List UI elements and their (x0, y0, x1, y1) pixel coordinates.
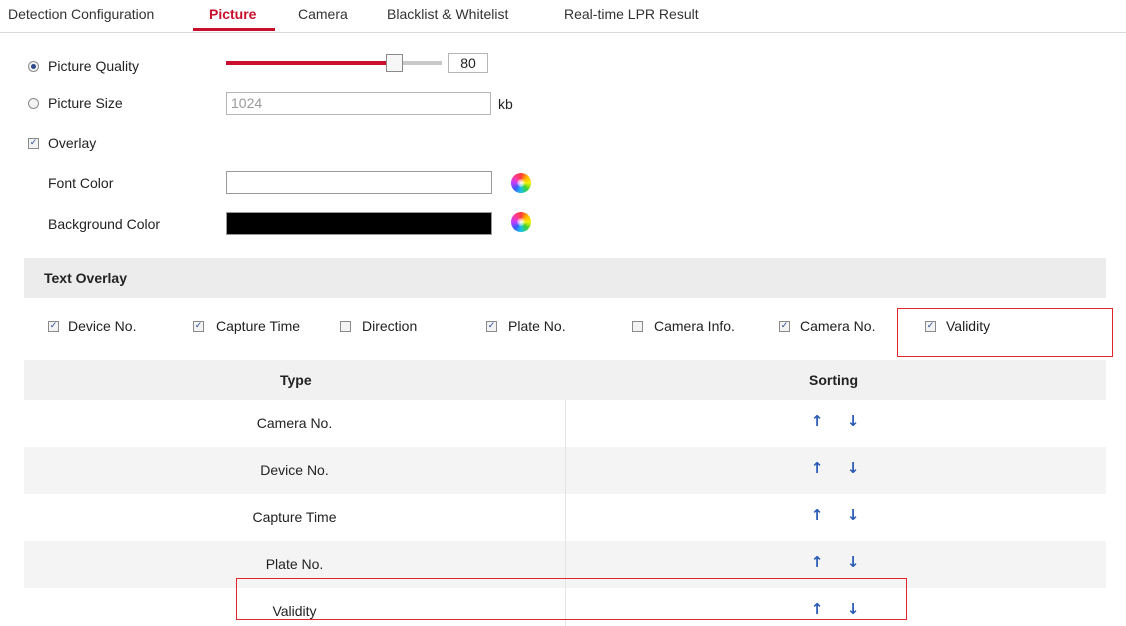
text-overlay-title: Text Overlay (44, 270, 128, 286)
move-down-icon[interactable]: ↓ (846, 413, 860, 429)
move-down-icon[interactable]: ↓ (846, 460, 860, 476)
capture-time-option-label: Capture Time (216, 318, 301, 334)
validity-option-label: Validity (946, 318, 991, 334)
font-color-label: Font Color (48, 175, 114, 191)
active-tab-indicator (193, 28, 275, 31)
picture-size-radio[interactable] (28, 98, 39, 109)
device-no-checkbox[interactable]: ✓ (48, 321, 59, 332)
move-down-icon[interactable]: ↓ (846, 554, 860, 570)
type-column-header: Type (280, 372, 312, 388)
tab-detection-configuration[interactable]: Detection Configuration (8, 6, 154, 22)
table-row: Camera No. ↑ ↓ (24, 400, 1106, 447)
background-color-swatch[interactable] (226, 212, 492, 235)
picture-size-label: Picture Size (48, 95, 123, 111)
row-type-label: Plate No. (265, 556, 324, 572)
table-row: Device No. ↑ ↓ (24, 447, 1106, 494)
move-up-icon[interactable]: ↑ (810, 507, 824, 523)
tab-camera[interactable]: Camera (298, 6, 348, 22)
picture-quality-slider-fill (226, 61, 388, 65)
picture-quality-value[interactable]: 80 (448, 53, 488, 73)
camera-no-option-label: Camera No. (800, 318, 876, 334)
plate-no-checkbox[interactable]: ✓ (486, 321, 497, 332)
overlay-checkbox[interactable]: ✓ (28, 138, 39, 149)
row-type-label: Device No. (260, 462, 329, 478)
sorting-column-header: Sorting (809, 372, 858, 388)
device-no-option-label: Device No. (68, 318, 137, 334)
text-overlay-header: Text Overlay (24, 258, 1106, 298)
direction-checkbox[interactable] (340, 321, 351, 332)
camera-no-checkbox[interactable]: ✓ (779, 321, 790, 332)
tab-blacklist-whitelist[interactable]: Blacklist & Whitelist (387, 6, 508, 22)
validity-row-highlight (236, 578, 907, 620)
picture-size-unit: kb (498, 96, 513, 112)
move-up-icon[interactable]: ↑ (810, 460, 824, 476)
plate-no-option-label: Plate No. (508, 318, 566, 334)
row-type-label: Camera No. (256, 415, 333, 431)
move-down-icon[interactable]: ↓ (846, 507, 860, 523)
picture-quality-radio[interactable] (28, 61, 39, 72)
validity-option-highlight (897, 308, 1113, 357)
direction-option-label: Direction (362, 318, 418, 334)
picture-quality-slider-handle[interactable] (386, 54, 403, 72)
row-type-label: Capture Time (252, 509, 337, 525)
picture-size-input[interactable]: 1024 (226, 92, 491, 115)
sorting-table-header: Type Sorting (24, 360, 1106, 400)
tab-realtime-lpr-result[interactable]: Real-time LPR Result (564, 6, 699, 22)
font-color-swatch[interactable] (226, 171, 492, 194)
table-row: Capture Time ↑ ↓ (24, 494, 1106, 541)
camera-info-checkbox[interactable] (632, 321, 643, 332)
picture-quality-label: Picture Quality (48, 58, 140, 74)
move-up-icon[interactable]: ↑ (810, 554, 824, 570)
overlay-label: Overlay (48, 135, 97, 151)
capture-time-checkbox[interactable]: ✓ (193, 321, 204, 332)
camera-info-option-label: Camera Info. (654, 318, 735, 334)
background-color-label: Background Color (48, 216, 161, 232)
font-color-picker-icon[interactable] (511, 173, 531, 193)
move-up-icon[interactable]: ↑ (810, 413, 824, 429)
tab-bar: Detection Configuration Picture Camera B… (0, 0, 1126, 33)
validity-checkbox[interactable]: ✓ (925, 321, 936, 332)
background-color-picker-icon[interactable] (511, 212, 531, 232)
tab-picture[interactable]: Picture (209, 6, 256, 22)
